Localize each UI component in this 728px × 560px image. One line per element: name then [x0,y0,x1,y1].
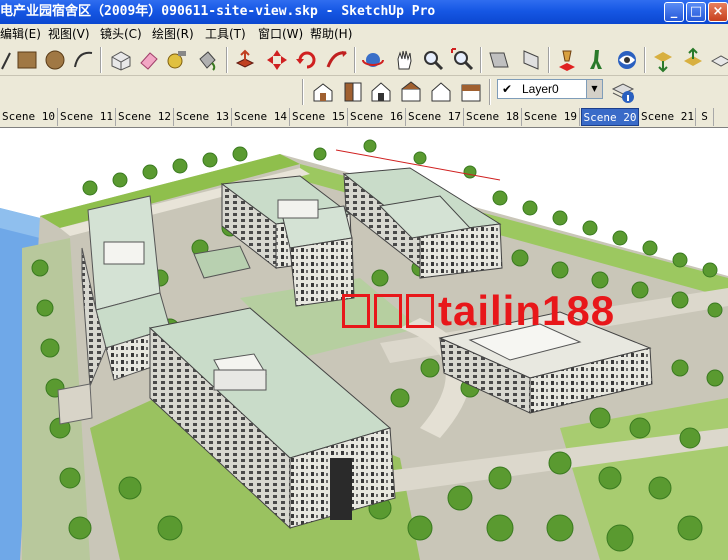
menu-edit[interactable]: 编辑(E) [0,24,41,44]
toolbar-separator [489,79,491,105]
tab-scene-12[interactable]: Scene 12 [116,108,174,126]
previous-view-icon[interactable] [486,47,512,73]
toolbar-separator [302,79,304,105]
menu-draw[interactable]: 绘图(R) [152,24,194,44]
orbit-tool-icon[interactable] [360,47,386,73]
share-model-icon[interactable] [680,47,706,73]
tab-scene-20[interactable]: Scene 20 [581,108,639,126]
back-view-icon[interactable] [428,79,454,105]
tab-scene-10[interactable]: Scene 10 [0,108,58,126]
layer-select[interactable]: ✔ Layer0 ▼ [497,79,603,99]
make-component-icon[interactable] [108,47,134,73]
menu-window[interactable]: 窗口(W) [258,24,303,44]
layer-value: Layer0 [522,82,559,96]
zoom-magnifier-icon[interactable] [420,47,446,73]
next-view-icon[interactable] [518,47,544,73]
tab-scene-14[interactable]: Scene 14 [232,108,290,126]
scene-tabs: Scene 10 Scene 11 Scene 12 Scene 13 Scen… [0,106,728,234]
push-pull-icon[interactable] [232,47,258,73]
toolbar-separator [644,47,646,73]
pan-hand-icon[interactable] [392,47,418,73]
front-view-icon[interactable] [368,79,394,105]
title-bar: 电产业园宿舍区（2009年）090611-site-view.skp - Ske… [0,0,728,24]
walk-tool-icon[interactable] [584,47,610,73]
menu-camera[interactable]: 镜头(C) [100,24,142,44]
share-component-icon[interactable] [708,47,728,73]
circle-tool-icon[interactable] [42,47,68,73]
toolbar-separator [354,47,356,73]
tab-scene-21[interactable]: Scene 21 [640,108,696,126]
watermark-label: tailin188 [438,287,616,334]
menu-help[interactable]: 帮助(H) [310,24,352,44]
menu-tools[interactable]: 工具(T) [205,24,246,44]
right-view-icon[interactable] [398,79,424,105]
watermark-glyph-boxes [342,288,438,334]
close-button[interactable]: × [708,2,728,22]
menu-view[interactable]: 视图(V) [48,24,90,44]
tab-scene-13[interactable]: Scene 13 [174,108,232,126]
tab-scene-19[interactable]: Scene 19 [522,108,580,126]
toolbar-separator [226,47,228,73]
eraser-tool-icon[interactable] [136,47,162,73]
watermark-text: tailin188 [342,288,615,334]
window-title: 电产业园宿舍区（2009年）090611-site-view.skp - Ske… [0,4,436,19]
layer-manager-icon[interactable] [610,79,636,105]
arc-tool-icon[interactable] [70,47,96,73]
tab-scene-16[interactable]: Scene 16 [348,108,406,126]
rectangle-tool-icon[interactable] [14,47,40,73]
model-viewport[interactable]: tailin188 [0,128,728,560]
toolbar-separator [100,47,102,73]
tab-scene-17[interactable]: Scene 17 [406,108,464,126]
tab-scene-11[interactable]: Scene 11 [58,108,116,126]
main-toolbar [0,44,728,76]
minimize-button[interactable]: _ [664,2,684,22]
layer-check-icon: ✔ [502,82,513,96]
iso-view-icon[interactable] [310,79,336,105]
tab-scene-partial[interactable]: S [696,108,714,126]
views-toolbar: ✔ Layer0 ▼ [0,76,728,106]
tab-scene-15[interactable]: Scene 15 [290,108,348,126]
toolbar-separator [480,47,482,73]
tape-measure-icon[interactable] [164,47,190,73]
position-camera-icon[interactable] [554,47,580,73]
tab-scene-18[interactable]: Scene 18 [464,108,522,126]
paint-bucket-icon[interactable] [194,47,220,73]
chevron-down-icon[interactable]: ▼ [586,80,602,98]
maximize-button[interactable]: □ [686,2,706,22]
rotate-tool-icon[interactable] [294,47,320,73]
site-model-render [0,139,728,560]
top-view-icon[interactable] [340,79,366,105]
left-view-icon[interactable] [458,79,484,105]
look-around-icon[interactable] [614,47,640,73]
zoom-extents-icon[interactable] [450,47,476,73]
follow-me-icon[interactable] [324,47,350,73]
get-models-icon[interactable] [650,47,676,73]
menu-bar: 编辑(E) 视图(V) 镜头(C) 绘图(R) 工具(T) 窗口(W) 帮助(H… [0,24,728,44]
toolbar-separator [548,47,550,73]
move-tool-icon[interactable] [264,47,290,73]
